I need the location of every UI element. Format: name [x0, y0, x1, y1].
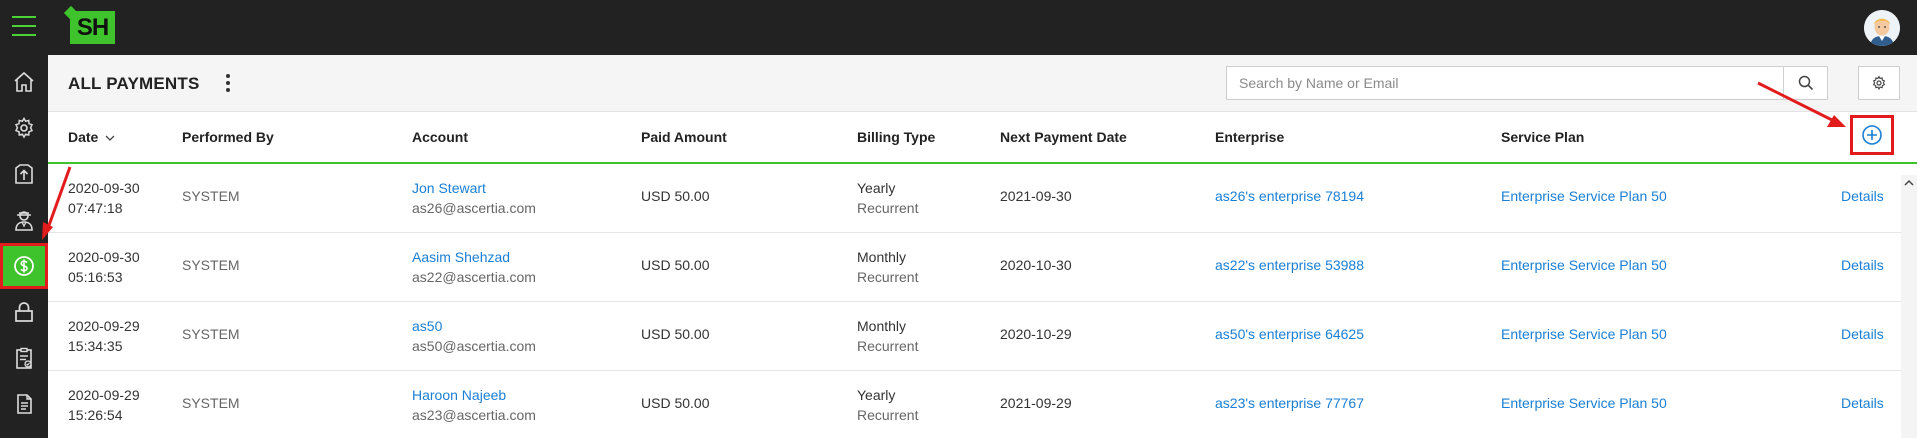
gear-icon — [1872, 75, 1886, 91]
performed-by-cell: SYSTEM — [182, 326, 240, 342]
column-header-enterprise[interactable]: Enterprise — [1215, 112, 1284, 162]
column-header-performed-by[interactable]: Performed By — [182, 112, 274, 162]
service-plan-link[interactable]: Enterprise Service Plan 50 — [1501, 395, 1667, 411]
sidebar-item-upload[interactable] — [0, 151, 48, 197]
sidebar-item-home[interactable] — [0, 59, 48, 105]
account-cell: Aasim Shehzad as22@ascertia.com — [412, 247, 536, 285]
menu-icon[interactable] — [12, 16, 36, 38]
account-name-link[interactable]: Haroon Najeeb — [412, 385, 536, 405]
account-name-link[interactable]: as50 — [412, 316, 536, 336]
add-payment-button[interactable] — [1850, 115, 1894, 155]
upload-box-icon — [15, 164, 33, 184]
account-cell: Haroon Najeeb as23@ascertia.com — [412, 385, 536, 423]
user-avatar[interactable] — [1864, 10, 1900, 46]
account-cell: as50 as50@ascertia.com — [412, 316, 536, 354]
billing-type-cell: Yearly Recurrent — [857, 180, 919, 216]
main-content: ALL PAYMENTS Date Performed By Account P… — [48, 55, 1917, 438]
next-payment-date-cell: 2021-09-29 — [1000, 395, 1072, 411]
dollar-icon — [14, 256, 34, 276]
sidebar-item-payments[interactable] — [0, 243, 48, 289]
enterprise-link[interactable]: as26's enterprise 78194 — [1215, 188, 1364, 204]
search-icon — [1798, 75, 1813, 91]
search-input[interactable] — [1227, 67, 1783, 99]
details-link[interactable]: Details — [1841, 326, 1884, 342]
sidebar-item-security[interactable] — [0, 289, 48, 335]
sidebar — [0, 55, 48, 438]
gear-icon — [14, 117, 34, 139]
page-header: ALL PAYMENTS — [48, 55, 1917, 112]
home-icon — [14, 71, 34, 92]
table-row: 2020-09-30 05:16:53 SYSTEM Aasim Shehzad a… — [48, 233, 1901, 302]
enterprise-link[interactable]: as50's enterprise 64625 — [1215, 326, 1364, 342]
top-bar: SH — [0, 0, 1917, 55]
performed-by-cell: SYSTEM — [182, 395, 240, 411]
sort-chevron-down-icon — [105, 135, 115, 141]
sidebar-item-reports[interactable] — [0, 335, 48, 381]
column-header-account[interactable]: Account — [412, 112, 468, 162]
search-button[interactable] — [1783, 67, 1827, 99]
performed-by-cell: SYSTEM — [182, 257, 240, 273]
date-cell: 2020-09-30 07:47:18 — [68, 180, 140, 216]
table-row: 2020-09-30 07:47:18 SYSTEM Jon Stewart as2… — [48, 164, 1901, 233]
account-cell: Jon Stewart as26@ascertia.com — [412, 178, 536, 216]
table-row: 2020-09-29 15:34:35 SYSTEM as50 as50@ascer… — [48, 302, 1901, 371]
paid-amount-cell: USD 50.00 — [641, 395, 710, 411]
details-link[interactable]: Details — [1841, 395, 1884, 411]
lock-icon — [15, 302, 33, 322]
table-row: 2020-09-29 15:26:54 SYSTEM Haroon Najeeb a… — [48, 371, 1901, 438]
settings-button[interactable] — [1858, 66, 1900, 100]
billing-type-cell: Yearly Recurrent — [857, 387, 919, 423]
column-header-date[interactable]: Date — [68, 112, 116, 162]
performed-by-cell: SYSTEM — [182, 188, 240, 204]
column-header-billing-type[interactable]: Billing Type — [857, 112, 935, 162]
enterprise-link[interactable]: as22's enterprise 53988 — [1215, 257, 1364, 273]
column-header-next-payment-date[interactable]: Next Payment Date — [1000, 112, 1127, 162]
date-cell: 2020-09-30 05:16:53 — [68, 249, 140, 285]
plus-circle-icon — [1862, 125, 1882, 145]
account-name-link[interactable]: Jon Stewart — [412, 178, 536, 198]
app-logo[interactable]: SH — [70, 11, 115, 44]
enterprise-link[interactable]: as23's enterprise 77767 — [1215, 395, 1364, 411]
billing-type-cell: Monthly Recurrent — [857, 318, 919, 354]
service-plan-link[interactable]: Enterprise Service Plan 50 — [1501, 257, 1667, 273]
sidebar-item-users[interactable] — [0, 197, 48, 243]
service-plan-link[interactable]: Enterprise Service Plan 50 — [1501, 188, 1667, 204]
column-header-paid-amount[interactable]: Paid Amount — [641, 112, 727, 162]
column-header-service-plan[interactable]: Service Plan — [1501, 112, 1584, 162]
account-name-link[interactable]: Aasim Shehzad — [412, 247, 536, 267]
scroll-up-arrow-icon[interactable] — [1901, 177, 1917, 189]
date-cell: 2020-09-29 15:34:35 — [68, 318, 140, 354]
user-icon — [15, 211, 33, 231]
paid-amount-cell: USD 50.00 — [641, 326, 710, 342]
details-link[interactable]: Details — [1841, 257, 1884, 273]
service-plan-link[interactable]: Enterprise Service Plan 50 — [1501, 326, 1667, 342]
details-link[interactable]: Details — [1841, 188, 1884, 204]
sidebar-item-documents[interactable] — [0, 381, 48, 427]
date-cell: 2020-09-29 15:26:54 — [68, 387, 140, 423]
page-title: ALL PAYMENTS — [68, 74, 200, 93]
search-box — [1226, 66, 1828, 100]
vertical-scrollbar[interactable] — [1901, 175, 1917, 438]
next-payment-date-cell: 2020-10-30 — [1000, 257, 1072, 273]
paid-amount-cell: USD 50.00 — [641, 188, 710, 204]
next-payment-date-cell: 2021-09-30 — [1000, 188, 1072, 204]
paid-amount-cell: USD 50.00 — [641, 257, 710, 273]
next-payment-date-cell: 2020-10-29 — [1000, 326, 1072, 342]
billing-type-cell: Monthly Recurrent — [857, 249, 919, 285]
table-header: Date Performed By Account Paid Amount Bi… — [48, 112, 1917, 164]
clipboard-check-icon — [16, 347, 32, 369]
sidebar-item-settings[interactable] — [0, 105, 48, 151]
document-icon — [17, 394, 32, 414]
more-options-icon[interactable] — [223, 73, 233, 93]
